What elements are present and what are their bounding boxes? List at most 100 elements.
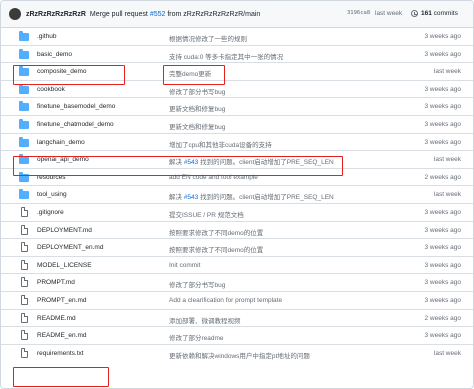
issue-link[interactable]: #543 <box>184 159 198 166</box>
file-name[interactable]: MODEL_LICENSE <box>37 262 92 269</box>
file-name[interactable]: openai_api_demo <box>37 156 89 163</box>
file-commit-message[interactable]: 更新依赖和解决windows用户中指定pt地址的问题 <box>169 350 310 360</box>
file-name[interactable]: resources <box>37 174 66 181</box>
file-row[interactable]: basic_demo 支持 cuda:0 等多卡指定其中一张的情况 3 week… <box>1 46 473 64</box>
commit-sha[interactable]: 3196ca8 <box>347 10 370 16</box>
file-row[interactable]: composite_demo 完整demo更新 last week <box>1 63 473 81</box>
file-commit-message[interactable]: 修改了部分书写bug <box>169 86 225 96</box>
file-age: 3 weeks ago <box>424 244 462 252</box>
highlight-requirements-txt <box>13 367 109 387</box>
file-age: 3 weeks ago <box>424 261 462 269</box>
file-row[interactable]: DEPLOYMENT.md 按照要求修改了不同demo的位置 3 weeks a… <box>1 222 473 240</box>
file-name[interactable]: .gitignore <box>37 209 64 216</box>
history-icon[interactable] <box>411 10 418 17</box>
file-name[interactable]: README.md <box>37 315 76 322</box>
file-commit-message[interactable]: 完整demo更新 <box>169 68 211 78</box>
file-commit-message[interactable]: 解决 #543 找到的问题。client启动增加了PRE_SEQ_LEN <box>169 191 334 201</box>
file-commit-message[interactable]: Init commit <box>169 262 200 269</box>
file-commit-message[interactable]: 按照要求修改了不同demo的位置 <box>169 227 263 237</box>
file-commit-message[interactable]: 提交ISSUE / PR 规范文档 <box>169 209 244 219</box>
file-icon <box>21 206 28 217</box>
file-commit-message[interactable]: 更新文档和修复bug <box>169 103 225 113</box>
file-commit-message[interactable]: 更新文档和修复bug <box>169 121 225 131</box>
file-commit-message[interactable]: 添加部署、微调教程视频 <box>169 315 241 325</box>
file-name[interactable]: requirements.txt <box>37 350 84 357</box>
file-list: .github 根据情况修改了一些的规则 3 weeks ago basic_d… <box>1 28 473 363</box>
file-row[interactable]: PROMPT_en.md Add a clearification for pr… <box>1 292 473 310</box>
file-commit-message[interactable]: Add a clearification for prompt template <box>169 297 282 304</box>
commits-count: 161 <box>421 9 432 17</box>
file-row[interactable]: openai_api_demo 解决 #543 找到的问题。client启动增加… <box>1 151 473 169</box>
author-avatar[interactable] <box>9 8 21 20</box>
commits-link[interactable]: 161 commits <box>421 10 458 17</box>
file-age: last week <box>433 349 461 357</box>
file-name[interactable]: PROMPT.md <box>37 279 75 286</box>
file-commit-message[interactable]: 修改了部分书写bug <box>169 279 225 289</box>
file-name[interactable]: cookbook <box>37 86 65 93</box>
file-row[interactable]: DEPLOYMENT_en.md 按照要求修改了不同demo的位置 3 week… <box>1 239 473 257</box>
commit-pr-link[interactable]: #552 <box>150 11 166 18</box>
file-icon <box>21 224 28 235</box>
file-name[interactable]: langchain_demo <box>37 139 85 146</box>
file-name[interactable]: DEPLOYMENT.md <box>37 227 92 234</box>
folder-icon <box>19 136 29 147</box>
file-name[interactable]: composite_demo <box>37 68 87 75</box>
file-name[interactable]: finetune_chatmodel_demo <box>37 121 114 128</box>
commit-author[interactable]: zRzRzRzRzRzRzR <box>26 11 86 18</box>
file-row[interactable]: resources add EN code and tool example 2… <box>1 169 473 187</box>
file-age: 2 weeks ago <box>424 173 462 181</box>
file-age: last week <box>433 68 461 76</box>
file-row[interactable]: tool_using 解决 #543 找到的问题。client启动增加了PRE_… <box>1 186 473 204</box>
file-row[interactable]: requirements.txt 更新依赖和解决windows用户中指定pt地址… <box>1 345 473 363</box>
issue-link[interactable]: #543 <box>184 194 198 201</box>
file-name[interactable]: DEPLOYMENT_en.md <box>37 244 103 251</box>
file-age: 3 weeks ago <box>424 120 462 128</box>
file-commit-message[interactable]: 增加了cpu和其他非cuda设备的支持 <box>169 139 272 149</box>
file-name[interactable]: .github <box>37 33 57 40</box>
file-row[interactable]: .gitignore 提交ISSUE / PR 规范文档 3 weeks ago <box>1 204 473 222</box>
commit-message[interactable]: Merge pull request #552 from zRzRzRzRzRz… <box>90 11 260 18</box>
file-commit-message[interactable]: 根据情况修改了一些的规则 <box>169 33 247 43</box>
folder-icon <box>19 171 29 182</box>
file-icon <box>21 347 28 358</box>
file-row[interactable]: .github 根据情况修改了一些的规则 3 weeks ago <box>1 28 473 46</box>
file-row[interactable]: PROMPT.md 修改了部分书写bug 3 weeks ago <box>1 274 473 292</box>
file-commit-message[interactable]: 按照要求修改了不同demo的位置 <box>169 244 263 254</box>
file-name[interactable]: README_en.md <box>37 332 87 339</box>
file-row[interactable]: cookbook 修改了部分书写bug 3 weeks ago <box>1 81 473 99</box>
file-name[interactable]: finetune_basemodel_demo <box>37 103 115 110</box>
file-age: last week <box>433 156 461 164</box>
file-row[interactable]: finetune_chatmodel_demo 更新文档和修复bug 3 wee… <box>1 116 473 134</box>
file-age: 3 weeks ago <box>424 103 462 111</box>
file-commit-message[interactable]: 支持 cuda:0 等多卡指定其中一张的情况 <box>169 51 283 61</box>
file-name[interactable]: tool_using <box>37 191 67 198</box>
file-icon <box>21 259 28 270</box>
folder-icon <box>19 31 29 41</box>
file-age: 3 weeks ago <box>424 85 462 93</box>
file-icon <box>21 242 28 253</box>
message-prefix: 解决 <box>169 194 184 202</box>
commit-message-prefix: Merge pull request <box>89 10 150 18</box>
message-prefix: 解决 <box>169 159 184 167</box>
folder-icon <box>19 154 29 165</box>
file-commit-message[interactable]: add EN code and tool example <box>169 174 258 181</box>
file-row[interactable]: README_en.md 修改了部分readme 3 weeks ago <box>1 327 473 345</box>
file-commit-message[interactable]: 解决 #543 找到的问题。client启动增加了PRE_SEQ_LEN <box>169 156 334 166</box>
file-name[interactable]: basic_demo <box>37 51 72 58</box>
file-age: last week <box>433 191 461 199</box>
file-age: 3 weeks ago <box>424 279 462 287</box>
file-row[interactable]: finetune_basemodel_demo 更新文档和修复bug 3 wee… <box>1 98 473 116</box>
file-row[interactable]: README.md 添加部署、微调教程视频 2 weeks ago <box>1 310 473 328</box>
file-age: 3 weeks ago <box>424 226 462 234</box>
commits-label: commits <box>431 9 458 17</box>
file-age: 3 weeks ago <box>424 296 462 304</box>
latest-commit-bar: zRzRzRzRzRzRzR Merge pull request #552 f… <box>1 1 473 28</box>
file-icon <box>21 294 28 305</box>
file-age: 3 weeks ago <box>424 50 462 58</box>
commit-time: last week <box>375 10 403 17</box>
file-commit-message[interactable]: 修改了部分readme <box>169 332 224 342</box>
file-name[interactable]: PROMPT_en.md <box>37 297 87 304</box>
file-row[interactable]: MODEL_LICENSE Init commit 3 weeks ago <box>1 257 473 275</box>
file-browser: zRzRzRzRzRzRzR Merge pull request #552 f… <box>0 0 474 389</box>
file-row[interactable]: langchain_demo 增加了cpu和其他非cuda设备的支持 3 wee… <box>1 134 473 152</box>
